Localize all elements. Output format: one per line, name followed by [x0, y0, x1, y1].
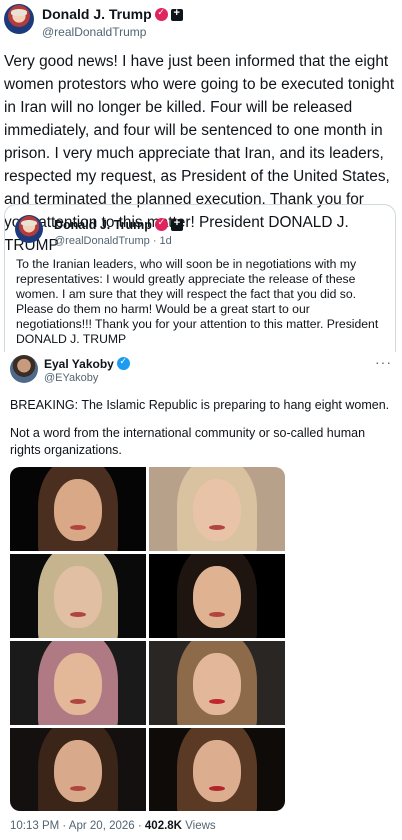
quoted-time-ago[interactable]: 1d [160, 235, 172, 247]
affiliate-badge-icon[interactable] [170, 217, 183, 231]
grid-photo[interactable] [10, 728, 146, 811]
main-author-name-row[interactable]: Donald J. Trump [42, 6, 183, 22]
quoted-meta: @realDonaldTrump · 1d [54, 235, 172, 247]
eyal-author-name[interactable]: Eyal Yakoby [44, 357, 114, 371]
eyal-name-row[interactable]: Eyal Yakoby [44, 356, 130, 371]
views-label: Views [185, 820, 216, 832]
affiliate-badge-icon[interactable] [170, 7, 183, 21]
meta-separator: · [152, 235, 157, 247]
post-timestamp[interactable]: 10:13 PM · Apr 20, 2026 · [10, 820, 142, 832]
grid-photo[interactable] [149, 728, 285, 811]
nested-paragraph-2: Not a word from the international commun… [10, 426, 366, 457]
nested-paragraph-1: BREAKING: The Islamic Republic is prepar… [10, 398, 390, 412]
grid-photo[interactable] [10, 554, 146, 638]
grid-photo[interactable] [149, 554, 285, 638]
quoted-author-name[interactable]: Donald J. Trump [54, 218, 152, 232]
main-author-handle[interactable]: @realDonaldTrump [42, 25, 146, 39]
main-author-name[interactable]: Donald J. Trump [42, 6, 152, 22]
more-options-icon[interactable]: ··· [375, 354, 392, 370]
verified-badge-icon [154, 217, 168, 231]
grid-photo[interactable] [149, 467, 285, 551]
quoted-author-name-row[interactable]: Donald J. Trump [54, 217, 183, 232]
eyal-avatar[interactable] [10, 355, 38, 383]
quoted-post-text: To the Iranian leaders, who will soon be… [16, 257, 379, 346]
grid-photo[interactable] [10, 467, 146, 551]
eyal-author-handle[interactable]: @EYakoby [44, 372, 98, 384]
grid-photo[interactable] [10, 641, 146, 725]
grid-photo[interactable] [149, 641, 285, 725]
quoted-post-card[interactable]: Donald J. Trump @realDonaldTrump · 1d To… [4, 204, 396, 352]
quoted-author-handle[interactable]: @realDonaldTrump [54, 235, 150, 247]
trump-avatar[interactable] [4, 4, 34, 34]
verified-badge-icon [154, 7, 168, 21]
quoted-trump-avatar[interactable] [15, 215, 43, 243]
verified-badge-icon [116, 356, 130, 370]
views-count[interactable]: 402.8K [145, 820, 182, 832]
image-grid[interactable] [10, 467, 285, 811]
post-footer: 10:13 PM · Apr 20, 2026 · 402.8K Views [10, 820, 216, 832]
